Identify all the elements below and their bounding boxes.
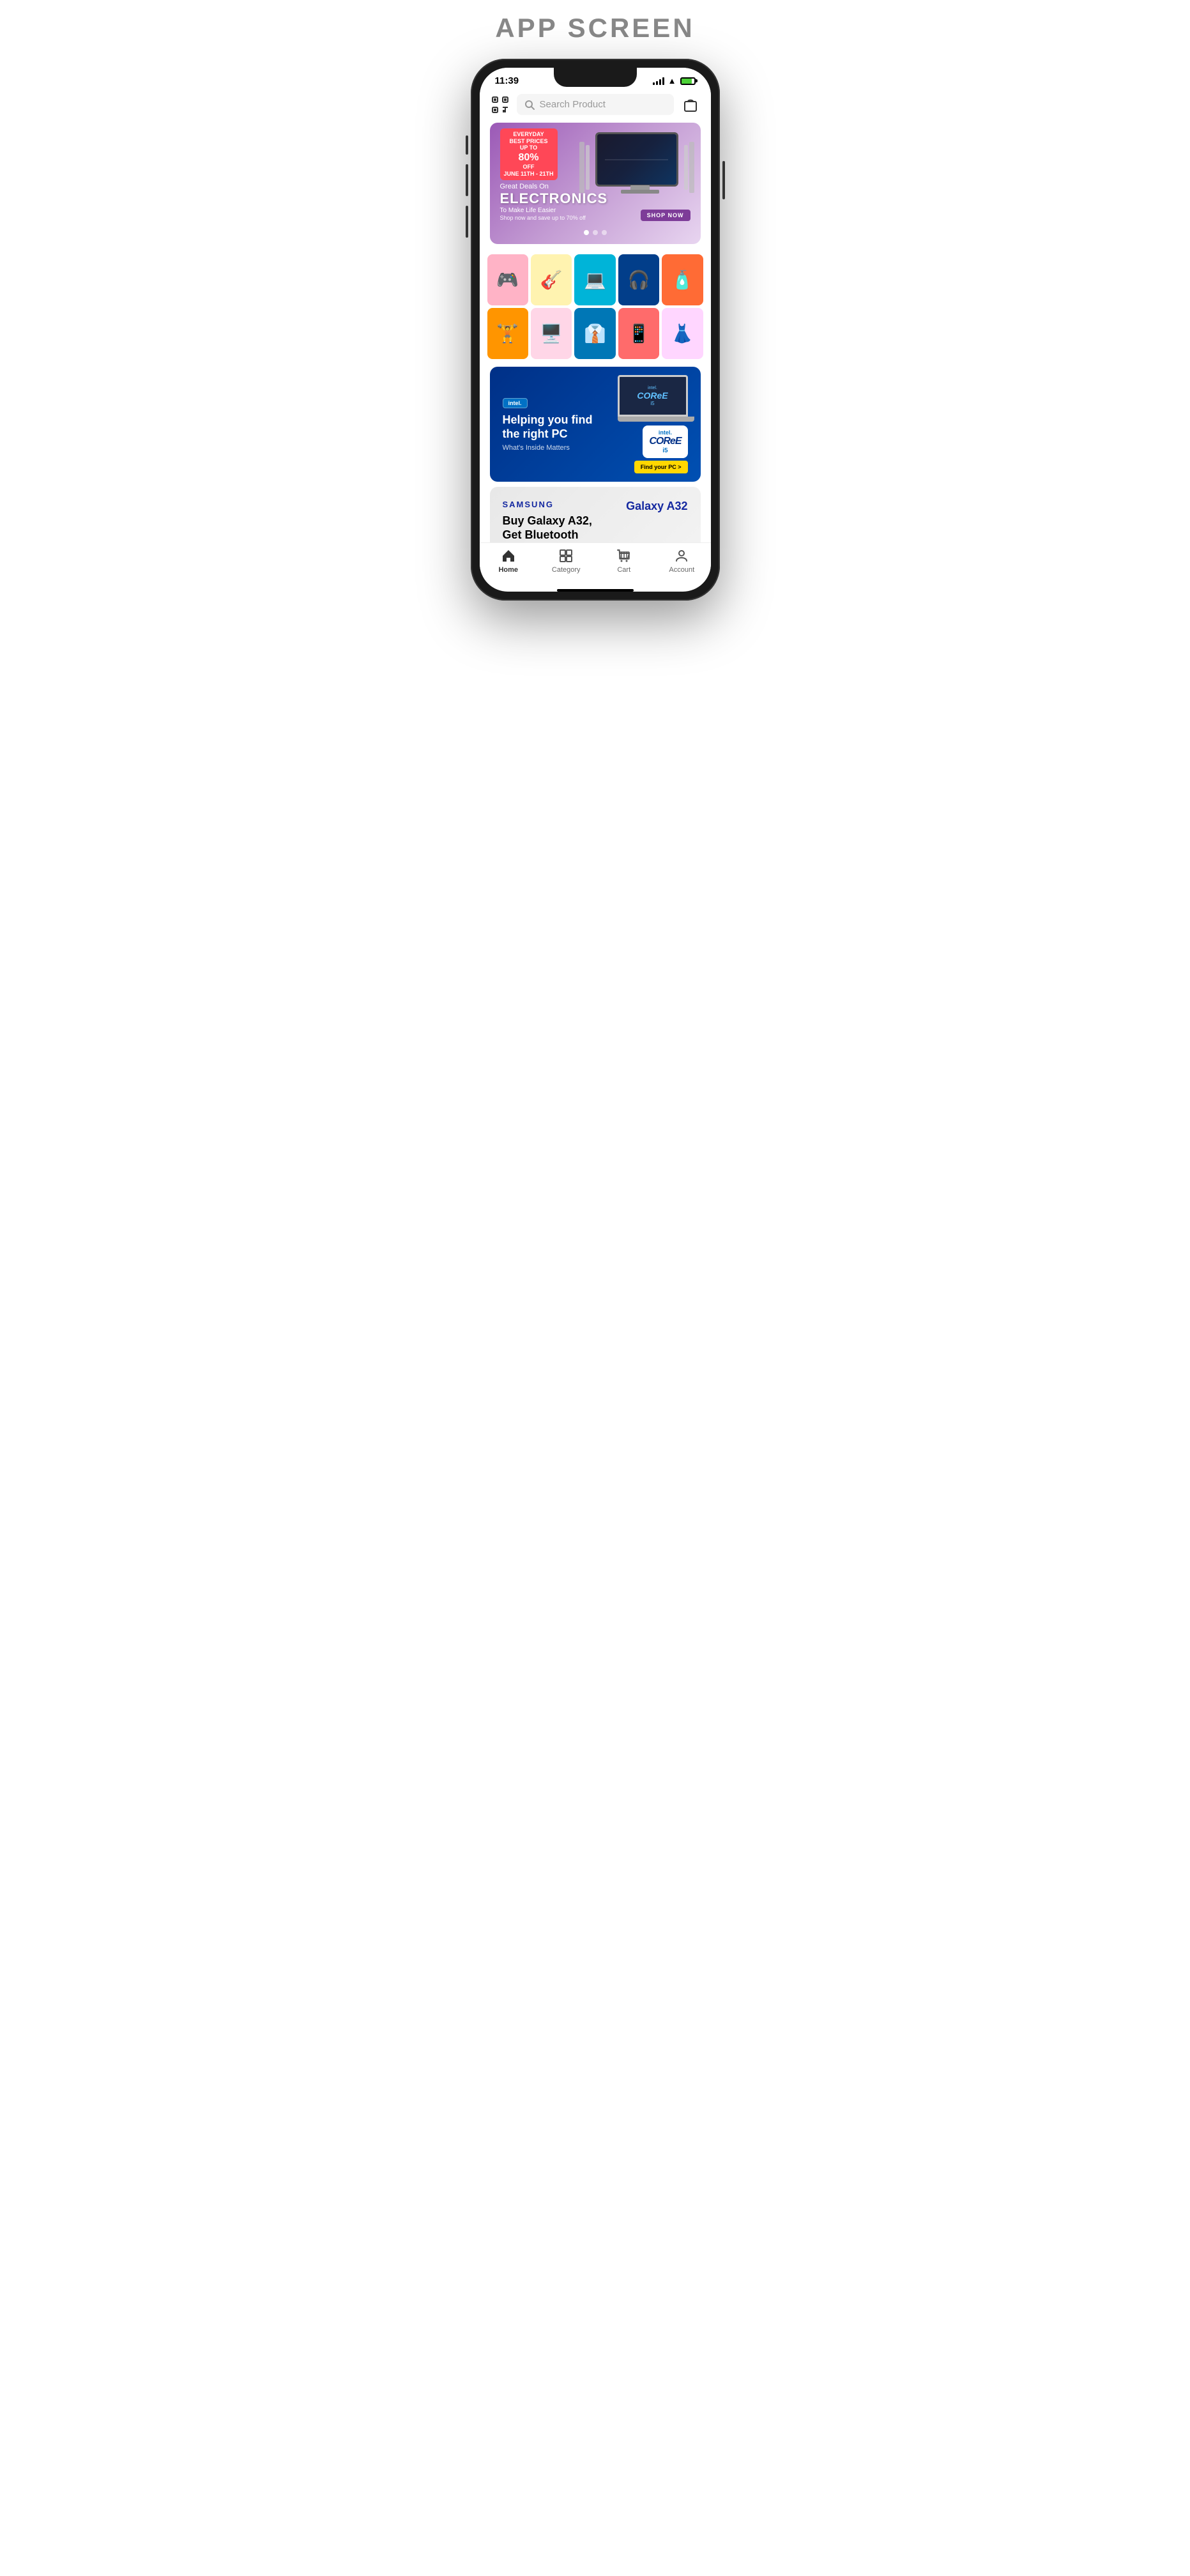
banner-title-small: Great Deals On xyxy=(500,183,608,190)
intel-subtitle: What's Inside Matters xyxy=(503,444,593,452)
phone-screen: 11:39 ▲ xyxy=(480,68,711,592)
category-item-womens-fashion[interactable]: 👗 xyxy=(662,308,703,359)
notch xyxy=(554,68,637,87)
gaming-emoji: 🎮 xyxy=(496,270,519,291)
search-icon xyxy=(524,100,535,110)
nav-home-label: Home xyxy=(498,566,518,574)
page-title: APP SCREEN xyxy=(495,13,694,43)
category-item-personal-care[interactable]: 🧴 xyxy=(662,254,703,305)
scan-icon[interactable] xyxy=(490,95,510,115)
music-emoji: 🎸 xyxy=(540,270,563,291)
power-button xyxy=(722,161,725,199)
banner-title-large: ELECTRONICS xyxy=(500,192,608,206)
intel-title: Helping you findthe right PC xyxy=(503,413,593,441)
wifi-icon: ▲ xyxy=(668,76,676,86)
intel-banner[interactable]: intel. Helping you findthe right PC What… xyxy=(490,367,701,482)
banner-badge: EVERYDAY BEST PRICES UP TO 80% OFF JUNE … xyxy=(500,128,558,180)
category-item-monitors[interactable]: 🖥️ xyxy=(531,308,572,359)
mute-button xyxy=(466,135,468,155)
battery-icon xyxy=(680,77,696,85)
phone-emoji: 📱 xyxy=(627,323,650,344)
account-icon xyxy=(674,548,689,564)
home-icon xyxy=(501,548,516,564)
category-item-phones[interactable]: 📱 xyxy=(618,308,659,359)
samsung-banner[interactable]: SAMSUNG Galaxy A32 Buy Galaxy A32,Get Bl… xyxy=(490,487,701,542)
personal-care-emoji: 🧴 xyxy=(671,270,694,291)
search-placeholder: Search Product xyxy=(540,99,606,110)
banner-content: EVERYDAY BEST PRICES UP TO 80% OFF JUNE … xyxy=(500,128,608,221)
samsung-title: Buy Galaxy A32,Get Bluetooth Headset xyxy=(503,514,605,542)
bottom-nav: Home Category xyxy=(480,542,711,586)
nav-category[interactable]: Category xyxy=(537,548,595,574)
computer-emoji: 💻 xyxy=(584,270,606,291)
nav-account[interactable]: Account xyxy=(653,548,711,574)
womens-fashion-emoji: 👗 xyxy=(671,323,694,344)
search-input-wrapper[interactable]: Search Product xyxy=(517,94,674,115)
volume-down-button xyxy=(466,206,468,238)
category-item-music[interactable]: 🎸 xyxy=(531,254,572,305)
sports-emoji: 🏋️ xyxy=(496,323,519,344)
status-icons: ▲ xyxy=(653,76,696,86)
category-item-audio[interactable]: 🎧 xyxy=(618,254,659,305)
category-item-sports[interactable]: 🏋️ xyxy=(487,308,528,359)
status-time: 11:39 xyxy=(495,75,519,86)
nav-account-label: Account xyxy=(669,566,694,574)
hero-banner[interactable]: EVERYDAY BEST PRICES UP TO 80% OFF JUNE … xyxy=(490,123,701,244)
cart-header-icon[interactable] xyxy=(680,95,701,115)
category-item-fashion[interactable]: 👔 xyxy=(574,308,615,359)
category-item-computers[interactable]: 💻 xyxy=(574,254,615,305)
shopping-bag-icon xyxy=(682,96,699,113)
scroll-content[interactable]: EVERYDAY BEST PRICES UP TO 80% OFF JUNE … xyxy=(480,120,711,542)
headphone-emoji: 🎧 xyxy=(627,270,650,291)
galaxy-model: Galaxy A32 xyxy=(626,500,687,513)
banner-dots xyxy=(584,230,607,235)
intel-content: intel. Helping you findthe right PC What… xyxy=(490,384,606,464)
fashion-emoji: 👔 xyxy=(584,323,606,344)
category-item-gaming[interactable]: 🎮 xyxy=(487,254,528,305)
banner-subtitle: To Make Life Easier xyxy=(500,207,608,214)
find-pc-button[interactable]: Find your PC > xyxy=(634,461,688,473)
nav-category-label: Category xyxy=(552,566,581,574)
intel-badge: intel. xyxy=(503,398,528,408)
intel-core-badge: intel. COReE i5 xyxy=(643,425,687,458)
nav-home[interactable]: Home xyxy=(480,548,538,574)
cart-icon xyxy=(616,548,632,564)
dot-2[interactable] xyxy=(593,230,598,235)
banner-description: Shop now and save up to 70% off xyxy=(500,215,608,221)
intel-laptop-visual: intel. COReE i5 intel. COReE i5 xyxy=(618,375,688,473)
volume-up-button xyxy=(466,164,468,196)
signal-icon xyxy=(653,77,664,85)
search-bar: Search Product xyxy=(480,89,711,120)
category-icon xyxy=(558,548,574,564)
dot-3[interactable] xyxy=(602,230,607,235)
dot-1[interactable] xyxy=(584,230,589,235)
shop-now-button[interactable]: SHOP NOW xyxy=(641,210,690,221)
monitor-emoji: 🖥️ xyxy=(540,323,563,344)
phone-frame: 11:39 ▲ xyxy=(471,59,720,601)
nav-cart-label: Cart xyxy=(617,566,630,574)
home-indicator xyxy=(557,589,634,592)
laptop-image: intel. COReE i5 xyxy=(618,375,688,423)
nav-cart[interactable]: Cart xyxy=(595,548,653,574)
category-grid: 🎮 🎸 💻 🎧 🧴 🏋️ xyxy=(480,252,711,362)
